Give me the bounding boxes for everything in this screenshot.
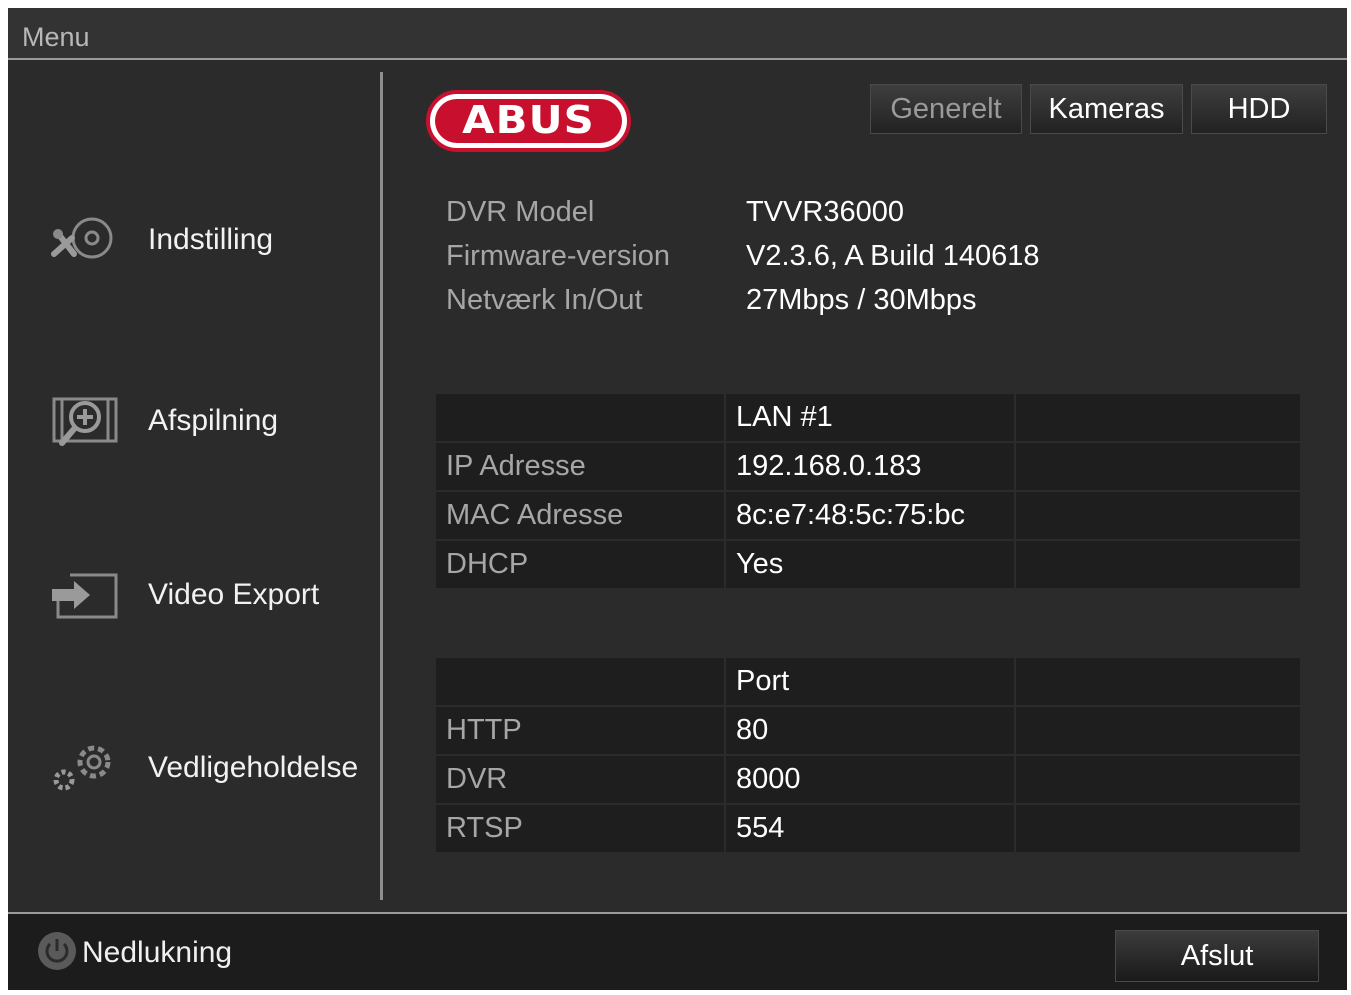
menu-window: Menu Indstilling Afspilning Video Export… [8,8,1347,990]
logo-text: ABUS [462,98,595,142]
table-cell: 80 [724,705,1016,756]
sidebar-item-afspilning[interactable]: Afspilning [48,386,378,456]
sidebar-item-label: Afspilning [148,404,279,437]
sidebar: Indstilling Afspilning Video Export Vedl… [8,60,380,912]
info-key: Netværk In/Out [446,284,643,316]
sidebar-item-label: Vedligeholdelse [148,751,359,784]
table-row: IP Adresse 192.168.0.183 [434,441,1302,492]
sidebar-item-label: Indstilling [148,223,274,256]
power-icon [36,930,78,977]
table-cell: 192.168.0.183 [724,441,1016,492]
window-title: Menu [22,22,90,52]
info-value: V2.3.6, A Build 140618 [746,240,1040,272]
table-cell: 8c:e7:48:5c:75:bc [724,490,1016,541]
table-header-row: LAN #1 [434,392,1302,443]
tab-kameras[interactable]: Kameras [1030,84,1183,134]
sidebar-divider [380,72,383,900]
tab-hdd[interactable]: HDD [1191,84,1327,134]
table-row-label: HTTP [434,705,726,756]
shutdown-button[interactable]: Nedlukning [36,930,233,977]
table-cell [1014,441,1302,492]
sidebar-item-label: Video Export [148,578,320,611]
table-row: DHCP Yes [434,539,1302,590]
export-icon [48,565,126,625]
table-row-label: MAC Adresse [434,490,726,541]
shutdown-label: Nedlukning [82,936,233,969]
table-column-header: LAN #1 [724,392,1016,443]
footer-bar: Nedlukning Afslut [8,912,1347,990]
info-key: Firmware-version [446,240,670,272]
title-bar: Menu [8,8,1347,60]
info-key: DVR Model [446,196,595,228]
table-cell [434,656,726,707]
table-row: DVR 8000 [434,754,1302,805]
table-cell: Yes [724,539,1016,590]
table-cell [1014,490,1302,541]
table-cell [1014,539,1302,590]
table-cell [434,392,726,443]
settings-tools-icon [48,210,126,270]
sidebar-item-vedligeholdelse[interactable]: Vedligeholdelse [48,733,378,803]
sidebar-item-video-export[interactable]: Video Export [48,560,378,630]
table-cell [1014,754,1302,805]
table-cell: 554 [724,803,1016,854]
table-cell [1014,803,1302,854]
table-row: HTTP 80 [434,705,1302,756]
tab-generelt[interactable]: Generelt [870,84,1022,134]
info-value: TVVR36000 [746,196,904,228]
table-header-row: Port [434,656,1302,707]
port-table: Port HTTP 80 DVR 8000 RTSP 554 [434,656,1302,854]
main-panel: ABUS Generelt Kameras HDD DVR Model TVVR… [386,60,1347,912]
table-cell [1014,705,1302,756]
exit-button[interactable]: Afslut [1115,930,1319,982]
sidebar-item-indstilling[interactable]: Indstilling [48,205,378,275]
table-row-label: RTSP [434,803,726,854]
table-cell [1014,656,1302,707]
tab-bar: Generelt Kameras HDD [870,84,1327,134]
table-row-label: DVR [434,754,726,805]
maintenance-gears-icon [48,738,126,798]
table-row-label: DHCP [434,539,726,590]
abus-logo: ABUS [426,90,631,152]
table-row: RTSP 554 [434,803,1302,854]
table-row-label: IP Adresse [434,441,726,492]
table-cell: 8000 [724,754,1016,805]
table-cell [1014,392,1302,443]
table-row: MAC Adresse 8c:e7:48:5c:75:bc [434,490,1302,541]
info-value: 27Mbps / 30Mbps [746,284,977,316]
network-table: LAN #1 IP Adresse 192.168.0.183 MAC Adre… [434,392,1302,590]
playback-icon [48,391,126,451]
table-column-header: Port [724,656,1016,707]
